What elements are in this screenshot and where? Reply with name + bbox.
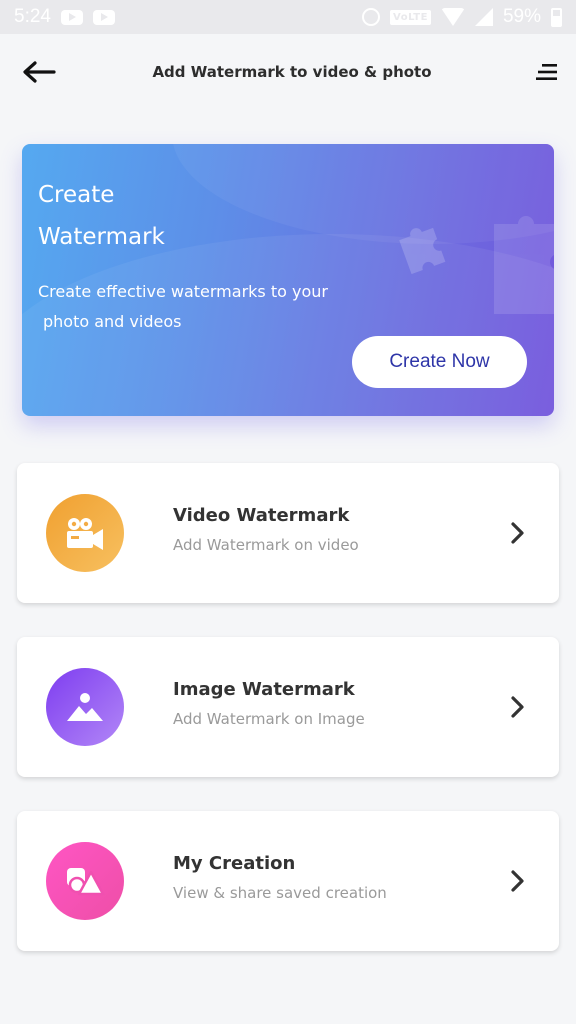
video-watermark-card[interactable]: Video Watermark Add Watermark on video [17, 463, 559, 603]
banner-title-line: Create [38, 182, 115, 208]
youtube-icon [92, 9, 115, 25]
puzzle-icon [399, 227, 446, 274]
banner-description-line: Create effective watermarks to your [38, 282, 328, 301]
menu-button[interactable] [518, 52, 558, 92]
status-bar: 5:24 VoLTE 59% [0, 0, 576, 34]
image-watermark-card[interactable]: Image Watermark Add Watermark on Image [17, 637, 559, 777]
shapes-icon [67, 868, 105, 896]
alarm-icon [362, 8, 381, 26]
video-watermark-icon-circle [46, 494, 124, 572]
card-title: Video Watermark [173, 505, 350, 526]
video-camera-icon [67, 518, 103, 550]
battery-icon [551, 7, 562, 27]
youtube-icon [60, 9, 83, 25]
back-arrow-icon [23, 61, 56, 83]
banner-description: Create effective watermarks to your phot… [38, 277, 388, 337]
battery-percent: 59% [502, 6, 541, 27]
card-subtitle: Add Watermark on video [173, 536, 359, 554]
card-subtitle: View & share saved creation [173, 884, 387, 902]
my-creation-card[interactable]: My Creation View & share saved creation [17, 811, 559, 951]
card-title: My Creation [173, 853, 296, 874]
chevron-right-icon [511, 522, 524, 544]
status-right: VoLTE 59% [362, 6, 562, 28]
create-watermark-banner: Create Watermark Create effective waterm… [22, 144, 554, 416]
page-title: Add Watermark to video & photo [152, 63, 432, 81]
banner-title-line: Watermark [38, 224, 165, 250]
status-left: 5:24 [14, 6, 115, 28]
puzzle-icon [494, 216, 554, 314]
volte-icon: VoLTE [390, 9, 431, 25]
card-title: Image Watermark [173, 679, 355, 700]
image-icon [67, 693, 103, 721]
my-creation-icon-circle [46, 842, 124, 920]
create-now-button[interactable]: Create Now [352, 336, 527, 388]
banner-description-line: photo and videos [43, 312, 182, 331]
chevron-right-icon [511, 696, 524, 718]
card-subtitle: Add Watermark on Image [173, 710, 365, 728]
app-bar: Add Watermark to video & photo [0, 34, 576, 110]
banner-title: Create Watermark [38, 174, 338, 258]
signal-icon [474, 8, 493, 26]
wifi-icon [440, 8, 465, 26]
image-watermark-icon-circle [46, 668, 124, 746]
back-button[interactable] [22, 52, 62, 92]
chevron-right-icon [511, 870, 524, 892]
status-time: 5:24 [14, 6, 51, 27]
menu-icon [536, 64, 557, 80]
